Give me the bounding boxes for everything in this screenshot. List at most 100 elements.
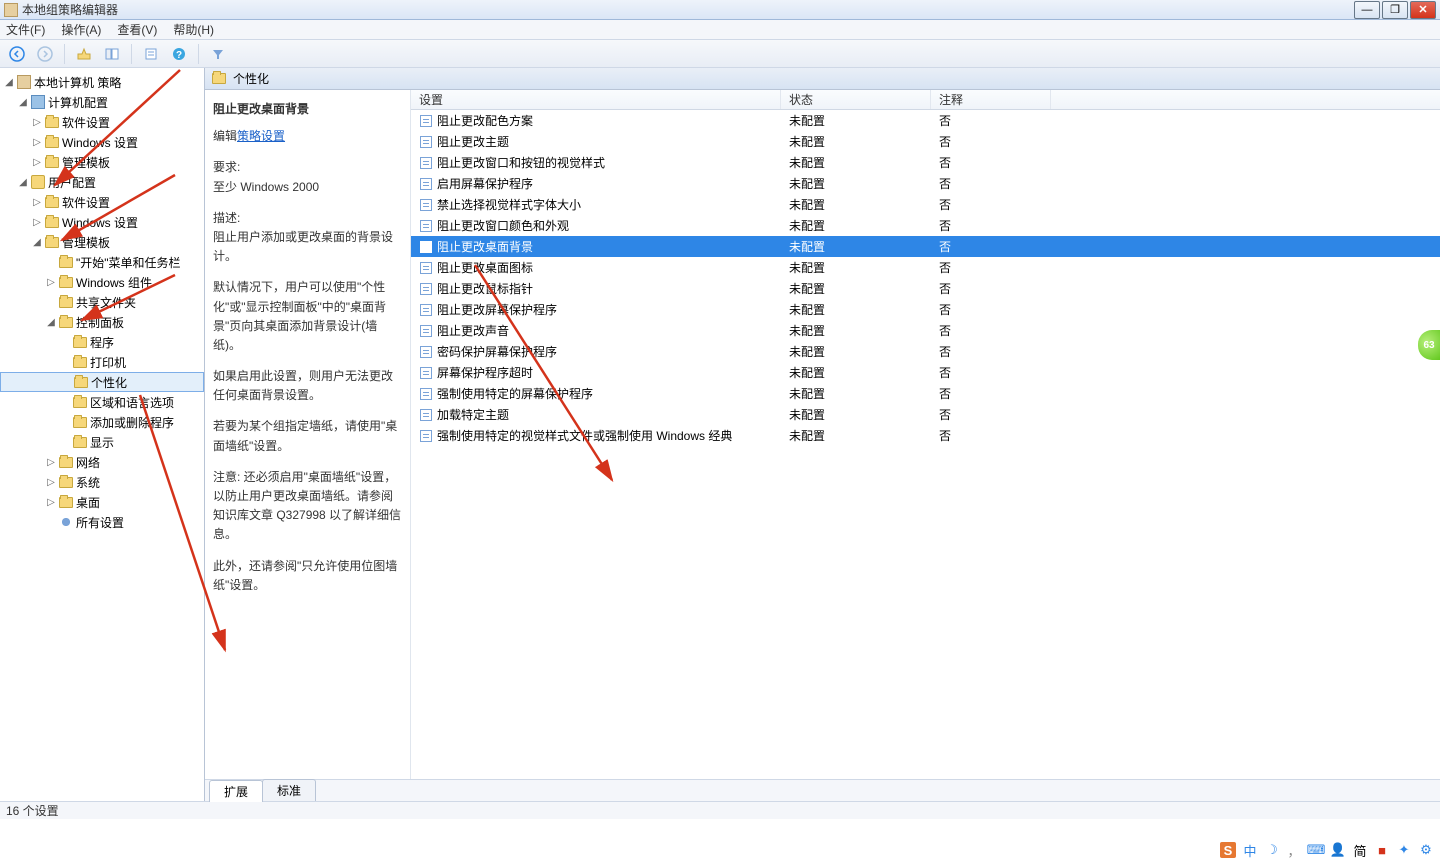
- tree-system[interactable]: ▷系统: [0, 472, 204, 492]
- content-area: ◢ 本地计算机 策略 ◢ 计算机配置 ▷软件设置 ▷Windows 设置 ▷管理…: [0, 68, 1440, 801]
- list-header: 设置 状态 注释: [411, 90, 1440, 110]
- tree-network[interactable]: ▷网络: [0, 452, 204, 472]
- expander-icon[interactable]: ▷: [30, 197, 44, 208]
- maximize-button[interactable]: ❐: [1382, 1, 1408, 19]
- tray-toolbox-icon[interactable]: ✦: [1396, 842, 1412, 858]
- desc-p4: 若要为某个组指定墙纸，请使用"桌面墙纸"设置。: [213, 417, 402, 455]
- col-state[interactable]: 状态: [781, 90, 931, 109]
- col-comment[interactable]: 注释: [931, 90, 1051, 109]
- list-row[interactable]: 强制使用特定的屏幕保护程序未配置否: [411, 383, 1440, 404]
- tree-all-settings[interactable]: 所有设置: [0, 512, 204, 532]
- expander-icon[interactable]: ▷: [30, 137, 44, 148]
- list-row[interactable]: 启用屏幕保护程序未配置否: [411, 173, 1440, 194]
- menu-file[interactable]: 文件(F): [6, 21, 45, 38]
- tab-standard[interactable]: 标准: [262, 779, 316, 801]
- list-row[interactable]: 阻止更改桌面图标未配置否: [411, 257, 1440, 278]
- back-button[interactable]: [6, 43, 28, 65]
- list-row[interactable]: 阻止更改窗口颜色和外观未配置否: [411, 215, 1440, 236]
- expander-icon[interactable]: ▷: [30, 117, 44, 128]
- row-comment: 否: [931, 280, 1051, 297]
- expander-icon[interactable]: ▷: [30, 217, 44, 228]
- up-button[interactable]: [73, 43, 95, 65]
- tree-add-remove[interactable]: 添加或删除程序: [0, 412, 204, 432]
- list-row[interactable]: 阻止更改窗口和按钮的视觉样式未配置否: [411, 152, 1440, 173]
- expander-icon[interactable]: ▷: [44, 477, 58, 488]
- forward-button[interactable]: [34, 43, 56, 65]
- float-badge[interactable]: 63: [1418, 330, 1440, 360]
- tray-record-icon[interactable]: ■: [1374, 842, 1390, 858]
- tree-desktop[interactable]: ▷桌面: [0, 492, 204, 512]
- expander-icon[interactable]: ◢: [2, 77, 16, 88]
- tray-ime-lang[interactable]: 中: [1242, 842, 1258, 858]
- folder-icon: [44, 155, 60, 169]
- properties-button[interactable]: [140, 43, 162, 65]
- tree-cc-admin[interactable]: ▷管理模板: [0, 152, 204, 172]
- list-row[interactable]: 屏幕保护程序超时未配置否: [411, 362, 1440, 383]
- tree-computer-config[interactable]: ◢ 计算机配置: [0, 92, 204, 112]
- list-row[interactable]: 密码保护屏幕保护程序未配置否: [411, 341, 1440, 362]
- expander-icon[interactable]: ▷: [44, 497, 58, 508]
- tree-cc-windows[interactable]: ▷Windows 设置: [0, 132, 204, 152]
- expander-icon[interactable]: ▷: [44, 457, 58, 468]
- row-state: 未配置: [781, 364, 931, 381]
- menu-help[interactable]: 帮助(H): [173, 21, 214, 38]
- expander-icon[interactable]: ◢: [16, 177, 30, 188]
- list-row[interactable]: 阻止更改屏幕保护程序未配置否: [411, 299, 1440, 320]
- minimize-button[interactable]: —: [1354, 1, 1380, 19]
- list-row[interactable]: 禁止选择视觉样式字体大小未配置否: [411, 194, 1440, 215]
- tray-ime-simp[interactable]: 简: [1352, 842, 1368, 858]
- tree-region-lang[interactable]: 区域和语言选项: [0, 392, 204, 412]
- tree-uc-software[interactable]: ▷软件设置: [0, 192, 204, 212]
- tree-cc-software[interactable]: ▷软件设置: [0, 112, 204, 132]
- tray-user-icon[interactable]: 👤: [1330, 842, 1346, 858]
- filter-button[interactable]: [207, 43, 229, 65]
- policy-item-icon: [419, 408, 433, 422]
- policy-item-icon: [419, 261, 433, 275]
- list-row[interactable]: 阻止更改桌面背景未配置否: [411, 236, 1440, 257]
- policy-item-icon: [419, 324, 433, 338]
- tree-pane[interactable]: ◢ 本地计算机 策略 ◢ 计算机配置 ▷软件设置 ▷Windows 设置 ▷管理…: [0, 68, 205, 801]
- tree-control-panel[interactable]: ◢控制面板: [0, 312, 204, 332]
- list-row[interactable]: 阻止更改配色方案未配置否: [411, 110, 1440, 131]
- list-row[interactable]: 阻止更改声音未配置否: [411, 320, 1440, 341]
- tree-shared-folders[interactable]: 共享文件夹: [0, 292, 204, 312]
- expander-icon[interactable]: ▷: [44, 277, 58, 288]
- tree-start-taskbar[interactable]: "开始"菜单和任务栏: [0, 252, 204, 272]
- folder-icon: [44, 235, 60, 249]
- expander-icon[interactable]: ◢: [16, 97, 30, 108]
- help-button[interactable]: ?: [168, 43, 190, 65]
- list-row[interactable]: 强制使用特定的视觉样式文件或强制使用 Windows 经典未配置否: [411, 425, 1440, 446]
- tray-settings-icon[interactable]: ⚙: [1418, 842, 1434, 858]
- tree-root[interactable]: ◢ 本地计算机 策略: [0, 72, 204, 92]
- expander-icon[interactable]: ◢: [30, 237, 44, 248]
- row-setting: 禁止选择视觉样式字体大小: [437, 196, 581, 213]
- tree-uc-windows[interactable]: ▷Windows 设置: [0, 212, 204, 232]
- close-button[interactable]: ✕: [1410, 1, 1436, 19]
- col-setting[interactable]: 设置: [411, 90, 781, 109]
- tray-punct-icon[interactable]: ，: [1286, 842, 1302, 858]
- tree-win-components[interactable]: ▷Windows 组件: [0, 272, 204, 292]
- tree-user-config[interactable]: ◢用户配置: [0, 172, 204, 192]
- show-hide-tree-button[interactable]: [101, 43, 123, 65]
- tree-printers[interactable]: 打印机: [0, 352, 204, 372]
- expander-icon[interactable]: ▷: [30, 157, 44, 168]
- tray-sogou-icon[interactable]: S: [1220, 842, 1236, 858]
- tray-moon-icon[interactable]: ☽: [1264, 842, 1280, 858]
- row-comment: 否: [931, 259, 1051, 276]
- expander-icon[interactable]: ◢: [44, 317, 58, 328]
- list-row[interactable]: 加载特定主题未配置否: [411, 404, 1440, 425]
- list-row[interactable]: 阻止更改鼠标指针未配置否: [411, 278, 1440, 299]
- setting-title: 阻止更改桌面背景: [213, 100, 402, 119]
- menu-view[interactable]: 查看(V): [117, 21, 157, 38]
- row-state: 未配置: [781, 322, 931, 339]
- tree-uc-admin[interactable]: ◢管理模板: [0, 232, 204, 252]
- tray-keyboard-icon[interactable]: ⌨: [1308, 842, 1324, 858]
- tree-personalization[interactable]: 个性化: [0, 372, 204, 392]
- list-row[interactable]: 阻止更改主题未配置否: [411, 131, 1440, 152]
- tree-display[interactable]: 显示: [0, 432, 204, 452]
- menubar: 文件(F) 操作(A) 查看(V) 帮助(H): [0, 20, 1440, 40]
- edit-policy-link[interactable]: 策略设置: [237, 129, 285, 143]
- menu-action[interactable]: 操作(A): [61, 21, 101, 38]
- tree-programs[interactable]: 程序: [0, 332, 204, 352]
- tab-extended[interactable]: 扩展: [209, 780, 263, 802]
